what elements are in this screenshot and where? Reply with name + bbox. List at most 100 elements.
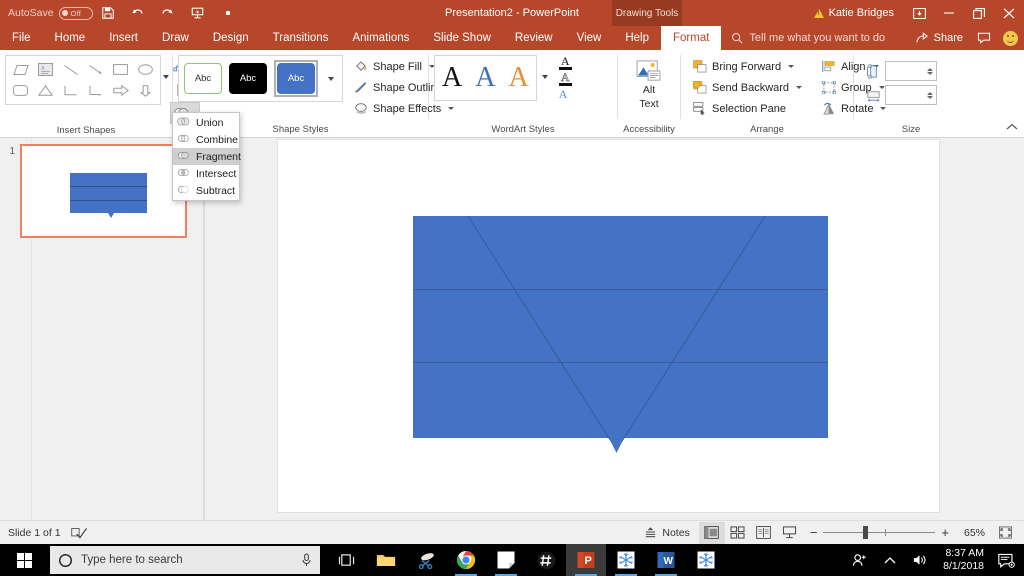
triangle-shape-icon[interactable] — [34, 81, 57, 101]
shapes-gallery-more-button[interactable] — [162, 55, 170, 99]
zoom-in-button[interactable]: + — [941, 525, 949, 540]
merge-menu-item-intersect[interactable]: Intersect — [173, 165, 239, 182]
notes-button[interactable]: Notes — [635, 522, 698, 544]
show-hidden-icons-button[interactable] — [875, 544, 905, 576]
undo-icon[interactable] — [123, 1, 153, 25]
snipping-tool-button[interactable] — [406, 544, 446, 576]
save-icon[interactable] — [93, 1, 123, 25]
file-explorer-button[interactable] — [366, 544, 406, 576]
slide-sorter-view-button[interactable] — [725, 522, 751, 544]
slide-surface[interactable] — [278, 140, 939, 512]
wordart-styles-more-button[interactable] — [538, 55, 552, 99]
zoom-out-button[interactable]: − — [810, 525, 818, 540]
fit-slide-button[interactable] — [992, 522, 1018, 544]
shape-width-field[interactable] — [886, 89, 924, 101]
merge-shapes-menu[interactable]: Union Combine Fragment Intersect Subtrac… — [172, 112, 241, 201]
tab-review[interactable]: Review — [503, 26, 565, 50]
powerpoint-button[interactable]: P — [566, 544, 606, 576]
blue-rectangle-shape[interactable] — [413, 215, 828, 453]
start-button[interactable] — [0, 544, 48, 576]
down-arrow-shape-icon[interactable] — [134, 81, 157, 101]
share-button[interactable]: Share — [909, 32, 969, 44]
reading-view-button[interactable] — [751, 522, 777, 544]
user-account[interactable]: Katie Bridges — [813, 7, 894, 19]
tab-view[interactable]: View — [565, 26, 614, 50]
selection-pane-button[interactable]: Selection Pane — [688, 99, 807, 118]
shape-width-input[interactable] — [885, 85, 937, 105]
merge-menu-item-union[interactable]: Union — [173, 114, 239, 131]
tab-design[interactable]: Design — [201, 26, 261, 50]
restore-button[interactable] — [964, 0, 994, 26]
line-shape-icon[interactable] — [59, 60, 82, 80]
start-presentation-icon[interactable] — [183, 1, 213, 25]
autosave-switch[interactable]: Off — [58, 6, 93, 20]
bring-forward-button[interactable]: Bring Forward — [688, 57, 807, 76]
slide-counter[interactable]: Slide 1 of 1 — [8, 527, 61, 539]
shape-styles-more-button[interactable] — [325, 62, 337, 96]
wordart-thumb-orange[interactable]: A — [508, 63, 528, 93]
elbow-arrow-connector-shape-icon[interactable] — [84, 81, 107, 101]
rectangle-shape-icon[interactable] — [109, 60, 132, 80]
merge-menu-item-combine[interactable]: Combine — [173, 131, 239, 148]
parallelogram-shape-icon[interactable] — [9, 60, 32, 80]
shape-styles-gallery[interactable]: Abc Abc Abc — [178, 55, 343, 102]
merge-menu-item-subtract[interactable]: Subtract — [173, 182, 239, 199]
text-effects-button[interactable]: A — [557, 87, 580, 102]
text-outline-button[interactable]: A — [557, 70, 580, 86]
shape-style-thumb-black[interactable]: Abc — [229, 63, 267, 94]
tab-home[interactable]: Home — [43, 26, 98, 50]
slide-thumbnail-1[interactable] — [20, 144, 187, 238]
word-button[interactable]: W — [646, 544, 686, 576]
tab-draw[interactable]: Draw — [150, 26, 201, 50]
text-fill-button[interactable]: A — [557, 55, 580, 70]
tab-transitions[interactable]: Transitions — [261, 26, 341, 50]
collapse-ribbon-button[interactable] — [1006, 123, 1018, 134]
feedback-smiley-icon[interactable] — [1003, 30, 1018, 46]
tell-me-search[interactable]: Tell me what you want to do — [721, 26, 885, 50]
comments-button[interactable] — [971, 32, 997, 44]
sticky-notes-button[interactable] — [486, 544, 526, 576]
send-backward-button[interactable]: Send Backward — [688, 78, 807, 97]
wordart-thumb-black[interactable]: A — [442, 63, 462, 93]
redo-icon[interactable] — [153, 1, 183, 25]
oval-shape-icon[interactable] — [134, 60, 157, 80]
snowflake-app-button[interactable] — [606, 544, 646, 576]
autosave-toggle[interactable]: AutoSave Off — [8, 6, 93, 20]
customize-qat-icon[interactable] — [213, 1, 243, 25]
merge-menu-item-fragment[interactable]: Fragment — [173, 148, 241, 165]
action-center-button[interactable] — [992, 544, 1020, 576]
taskbar-clock[interactable]: 8:37 AM 8/1/2018 — [935, 547, 992, 573]
snowflake-app-2-button[interactable] — [686, 544, 726, 576]
tab-slide-show[interactable]: Slide Show — [421, 26, 503, 50]
shape-width-spinners[interactable] — [927, 91, 936, 99]
close-button[interactable] — [994, 0, 1024, 26]
shape-height-field[interactable] — [886, 65, 924, 77]
people-icon[interactable] — [845, 544, 875, 576]
tab-format[interactable]: Format — [661, 26, 722, 50]
google-chrome-button[interactable] — [446, 544, 486, 576]
ribbon-display-options-button[interactable] — [904, 0, 934, 26]
taskbar-search-box[interactable]: Type here to search — [50, 546, 320, 574]
minimize-button[interactable] — [934, 0, 964, 26]
zoom-slider[interactable] — [823, 526, 936, 540]
zoom-level[interactable]: 65% — [955, 527, 985, 539]
hashtag-app-button[interactable] — [526, 544, 566, 576]
alt-text-button[interactable]: Alt Text — [625, 55, 673, 115]
normal-view-button[interactable] — [698, 521, 725, 544]
tab-insert[interactable]: Insert — [97, 26, 150, 50]
wordart-thumb-blue[interactable]: A — [475, 63, 495, 93]
slide-show-button[interactable] — [777, 522, 803, 544]
volume-icon[interactable] — [905, 544, 935, 576]
slide-canvas-area[interactable] — [205, 138, 1024, 520]
shape-style-thumb-blue-selected[interactable]: Abc — [274, 60, 318, 97]
tab-file[interactable]: File — [0, 26, 43, 50]
elbow-connector-shape-icon[interactable] — [59, 81, 82, 101]
shape-height-spinners[interactable] — [927, 67, 936, 75]
zoom-slider-thumb[interactable] — [863, 526, 869, 539]
tab-animations[interactable]: Animations — [340, 26, 421, 50]
wordart-styles-gallery[interactable]: A A A — [434, 55, 537, 101]
text-box-shape-icon[interactable]: A — [34, 60, 57, 80]
rounded-rectangle-shape-icon[interactable] — [9, 81, 32, 101]
task-view-button[interactable] — [326, 544, 366, 576]
shape-height-input[interactable] — [885, 61, 937, 81]
